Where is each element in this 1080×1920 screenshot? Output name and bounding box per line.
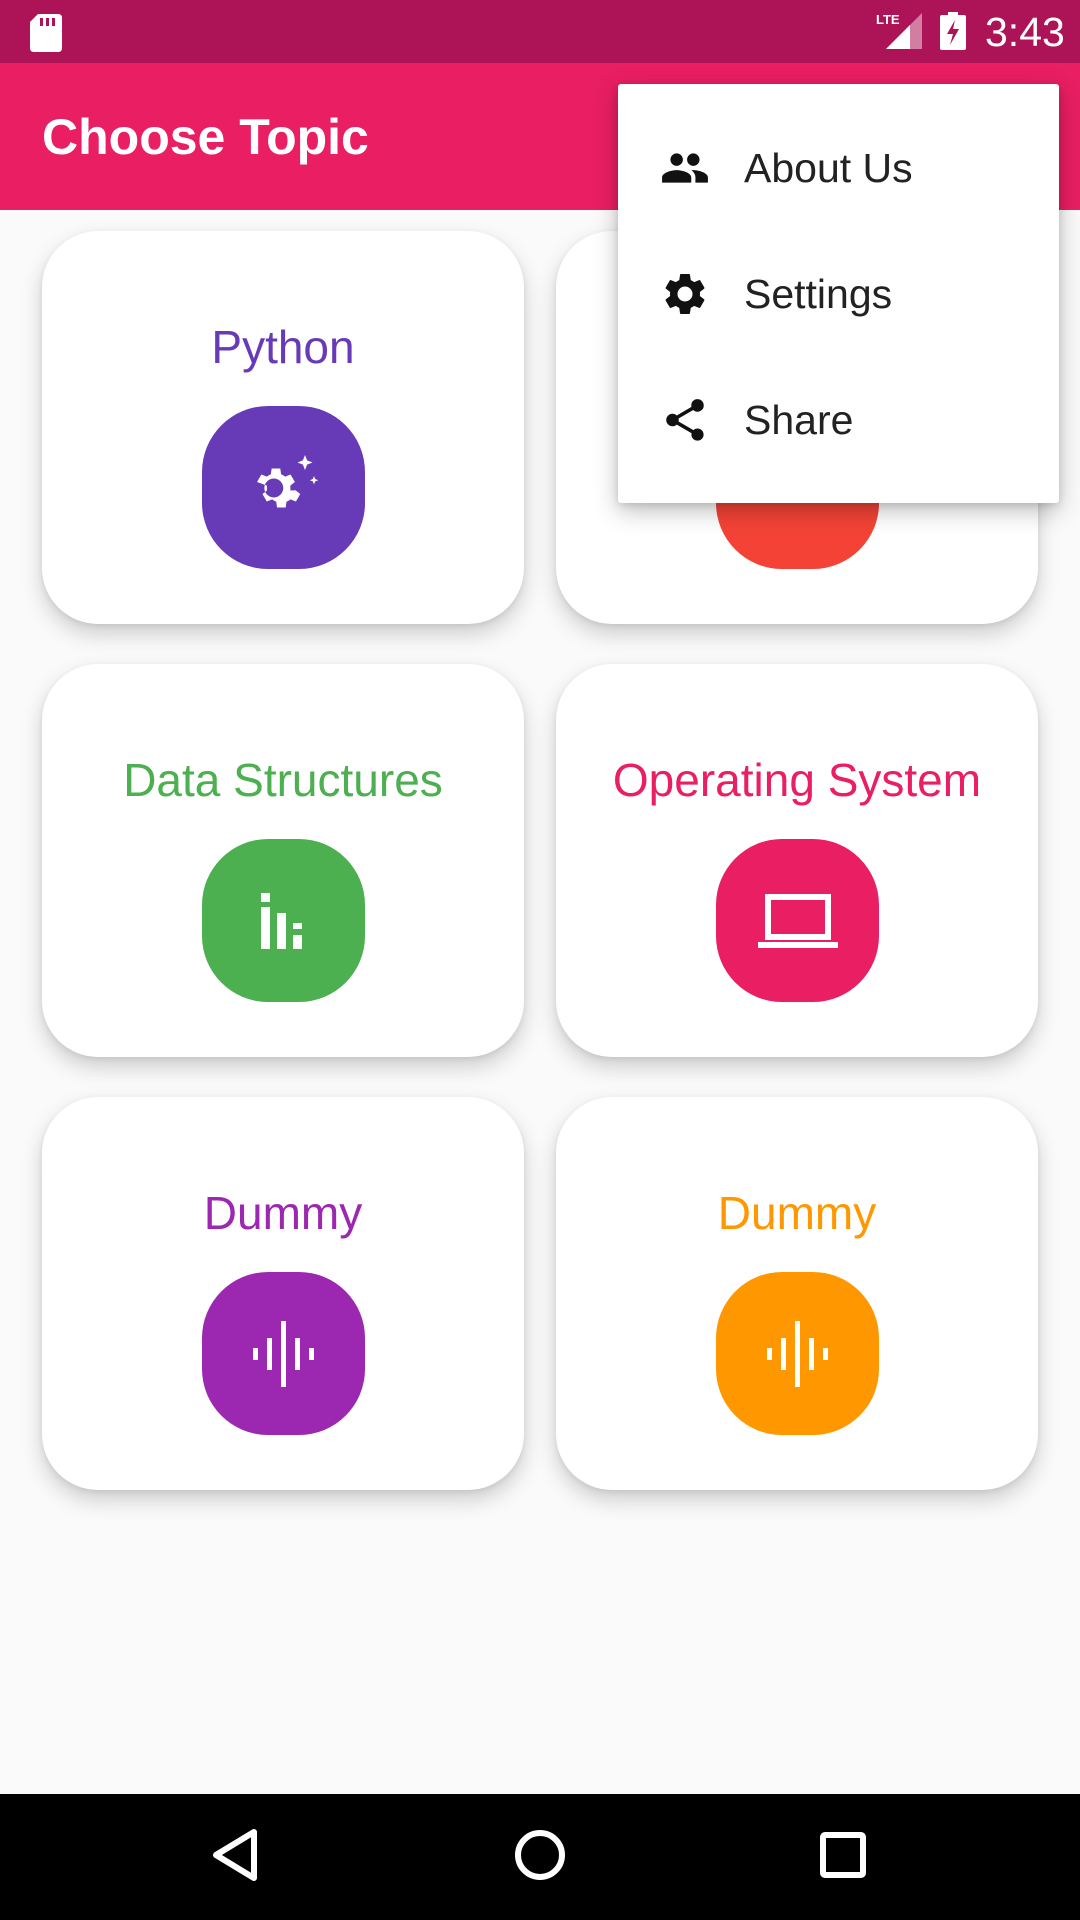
share-icon bbox=[660, 395, 710, 450]
topic-card-operating-system[interactable]: Operating System bbox=[556, 664, 1038, 1057]
topic-card-dummy-1[interactable]: Dummy bbox=[42, 1097, 524, 1490]
recents-icon[interactable] bbox=[818, 1827, 868, 1888]
topic-label: Data Structures bbox=[123, 754, 443, 806]
lte-signal-icon: LTE bbox=[874, 11, 924, 56]
status-clock: 3:43 bbox=[985, 9, 1065, 55]
people-icon bbox=[660, 143, 710, 198]
settings-sparkle-icon bbox=[202, 406, 365, 569]
menu-item-share[interactable]: Share bbox=[618, 357, 1059, 483]
home-icon[interactable] bbox=[512, 1827, 568, 1888]
svg-text:LTE: LTE bbox=[876, 12, 900, 27]
gear-icon bbox=[660, 269, 710, 324]
status-bar: LTE 3:43 bbox=[0, 0, 1080, 63]
audio-waveform-icon bbox=[202, 1272, 365, 1435]
battery-charging-icon bbox=[940, 12, 966, 55]
topic-card-data-structures[interactable]: Data Structures bbox=[42, 664, 524, 1057]
topic-label: Dummy bbox=[203, 1187, 363, 1239]
audio-waveform-icon bbox=[716, 1272, 879, 1435]
topic-card-python[interactable]: Python bbox=[42, 231, 524, 624]
menu-item-label: About Us bbox=[744, 145, 913, 191]
laptop-icon bbox=[716, 839, 879, 1002]
topic-card-dummy-2[interactable]: Dummy bbox=[556, 1097, 1038, 1490]
bar-chart-icon bbox=[202, 839, 365, 1002]
topic-label: Operating System bbox=[612, 754, 982, 806]
menu-item-label: Share bbox=[744, 397, 854, 443]
back-icon[interactable] bbox=[210, 1827, 260, 1888]
topic-label: Python bbox=[211, 321, 355, 373]
navigation-bar bbox=[0, 1794, 1080, 1920]
topic-label: Dummy bbox=[717, 1187, 877, 1239]
sd-card-icon bbox=[30, 14, 62, 57]
overflow-menu: About Us Settings Share bbox=[618, 84, 1059, 503]
page-title: Choose Topic bbox=[42, 109, 369, 165]
menu-item-label: Settings bbox=[744, 271, 893, 317]
menu-item-settings[interactable]: Settings bbox=[618, 231, 1059, 357]
menu-item-about-us[interactable]: About Us bbox=[618, 105, 1059, 231]
